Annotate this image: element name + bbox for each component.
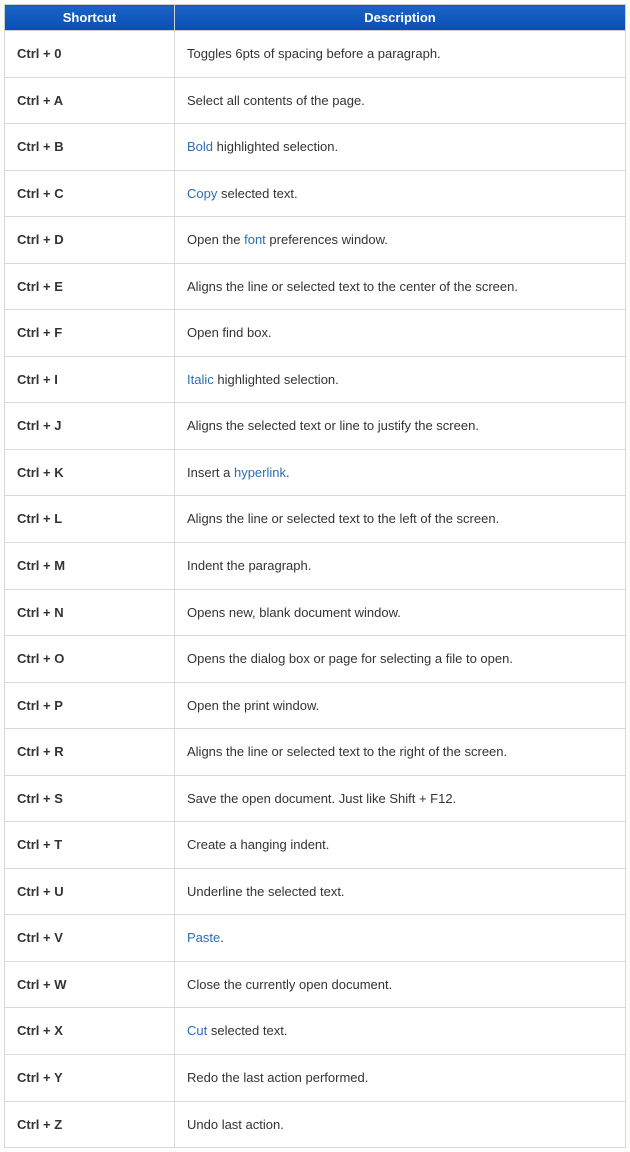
shortcut-description: Paste. [175, 915, 626, 962]
shortcut-key: Ctrl + U [5, 868, 175, 915]
shortcut-key: Ctrl + B [5, 124, 175, 171]
shortcut-key: Ctrl + A [5, 77, 175, 124]
table-row: Ctrl + BBold highlighted selection. [5, 124, 626, 171]
shortcut-key: Ctrl + C [5, 170, 175, 217]
table-row: Ctrl + WClose the currently open documen… [5, 961, 626, 1008]
shortcut-key: Ctrl + W [5, 961, 175, 1008]
shortcut-key: Ctrl + T [5, 822, 175, 869]
table-row: Ctrl + OOpens the dialog box or page for… [5, 636, 626, 683]
shortcut-description: Copy selected text. [175, 170, 626, 217]
shortcut-key: Ctrl + M [5, 543, 175, 590]
shortcut-key: Ctrl + Z [5, 1101, 175, 1148]
table-row: Ctrl + ASelect all contents of the page. [5, 77, 626, 124]
table-row: Ctrl + YRedo the last action performed. [5, 1055, 626, 1102]
shortcut-description: Cut selected text. [175, 1008, 626, 1055]
header-description: Description [175, 5, 626, 31]
table-row: Ctrl + DOpen the font preferences window… [5, 217, 626, 264]
shortcut-description: Close the currently open document. [175, 961, 626, 1008]
shortcut-key: Ctrl + P [5, 682, 175, 729]
shortcut-key: Ctrl + V [5, 915, 175, 962]
shortcut-description: Undo last action. [175, 1101, 626, 1148]
term-link[interactable]: Cut [187, 1023, 207, 1038]
shortcut-description: Redo the last action performed. [175, 1055, 626, 1102]
table-row: Ctrl + RAligns the line or selected text… [5, 729, 626, 776]
table-row: Ctrl + ZUndo last action. [5, 1101, 626, 1148]
shortcut-key: Ctrl + L [5, 496, 175, 543]
shortcut-key: Ctrl + N [5, 589, 175, 636]
shortcut-description: Save the open document. Just like Shift … [175, 775, 626, 822]
table-row: Ctrl + CCopy selected text. [5, 170, 626, 217]
shortcut-key: Ctrl + Y [5, 1055, 175, 1102]
term-link[interactable]: Italic [187, 372, 214, 387]
shortcut-description: Open find box. [175, 310, 626, 357]
table-row: Ctrl + NOpens new, blank document window… [5, 589, 626, 636]
table-row: Ctrl + POpen the print window. [5, 682, 626, 729]
shortcut-key: Ctrl + R [5, 729, 175, 776]
table-row: Ctrl + 0Toggles 6pts of spacing before a… [5, 31, 626, 78]
shortcut-key: Ctrl + K [5, 449, 175, 496]
shortcut-description: Select all contents of the page. [175, 77, 626, 124]
shortcut-description: Open the print window. [175, 682, 626, 729]
shortcuts-table: Shortcut Description Ctrl + 0Toggles 6pt… [4, 4, 626, 1148]
shortcut-description: Insert a hyperlink. [175, 449, 626, 496]
table-row: Ctrl + XCut selected text. [5, 1008, 626, 1055]
term-link[interactable]: Copy [187, 186, 217, 201]
shortcut-description: Indent the paragraph. [175, 543, 626, 590]
table-row: Ctrl + MIndent the paragraph. [5, 543, 626, 590]
term-link[interactable]: hyperlink [234, 465, 286, 480]
shortcut-description: Aligns the line or selected text to the … [175, 496, 626, 543]
shortcut-description: Underline the selected text. [175, 868, 626, 915]
shortcut-key: Ctrl + E [5, 263, 175, 310]
shortcut-description: Aligns the selected text or line to just… [175, 403, 626, 450]
shortcut-description: Aligns the line or selected text to the … [175, 729, 626, 776]
shortcut-description: Create a hanging indent. [175, 822, 626, 869]
shortcut-key: Ctrl + D [5, 217, 175, 264]
shortcut-key: Ctrl + S [5, 775, 175, 822]
shortcut-key: Ctrl + F [5, 310, 175, 357]
table-row: Ctrl + SSave the open document. Just lik… [5, 775, 626, 822]
term-link[interactable]: font [244, 232, 266, 247]
shortcut-key: Ctrl + J [5, 403, 175, 450]
term-link[interactable]: Paste [187, 930, 220, 945]
table-row: Ctrl + LAligns the line or selected text… [5, 496, 626, 543]
shortcut-description: Aligns the line or selected text to the … [175, 263, 626, 310]
table-row: Ctrl + JAligns the selected text or line… [5, 403, 626, 450]
header-shortcut: Shortcut [5, 5, 175, 31]
term-link[interactable]: Bold [187, 139, 213, 154]
shortcut-description: Open the font preferences window. [175, 217, 626, 264]
shortcut-description: Opens new, blank document window. [175, 589, 626, 636]
table-row: Ctrl + IItalic highlighted selection. [5, 356, 626, 403]
table-row: Ctrl + TCreate a hanging indent. [5, 822, 626, 869]
shortcut-key: Ctrl + I [5, 356, 175, 403]
table-row: Ctrl + KInsert a hyperlink. [5, 449, 626, 496]
shortcut-key: Ctrl + X [5, 1008, 175, 1055]
table-row: Ctrl + VPaste. [5, 915, 626, 962]
shortcut-key: Ctrl + 0 [5, 31, 175, 78]
table-row: Ctrl + EAligns the line or selected text… [5, 263, 626, 310]
shortcut-description: Italic highlighted selection. [175, 356, 626, 403]
shortcut-description: Opens the dialog box or page for selecti… [175, 636, 626, 683]
shortcut-description: Toggles 6pts of spacing before a paragra… [175, 31, 626, 78]
shortcut-description: Bold highlighted selection. [175, 124, 626, 171]
table-row: Ctrl + FOpen find box. [5, 310, 626, 357]
shortcut-key: Ctrl + O [5, 636, 175, 683]
table-row: Ctrl + UUnderline the selected text. [5, 868, 626, 915]
